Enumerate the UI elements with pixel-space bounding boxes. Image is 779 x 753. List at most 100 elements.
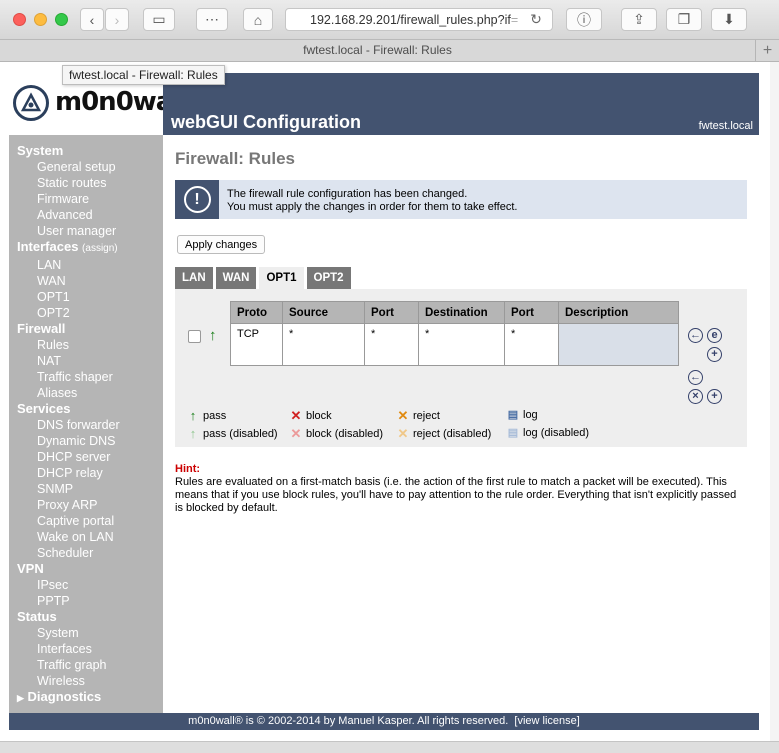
- rule-destination[interactable]: *: [418, 323, 505, 366]
- tabs-overview-button[interactable]: ❐: [666, 8, 702, 31]
- sidebar-item-ipsec[interactable]: IPsec: [17, 577, 163, 593]
- sidebar-category-system: System: [17, 143, 64, 158]
- new-tab-button[interactable]: +: [755, 40, 779, 62]
- legend-reject-disabled-label: reject (disabled): [413, 428, 492, 440]
- column-header-description: Description: [558, 301, 679, 324]
- sidebar-item-general-setup[interactable]: General setup: [17, 159, 163, 175]
- rules-panel: ↑ Proto Source Port Destination Port Des…: [175, 289, 747, 447]
- reader-button[interactable]: ⓘ: [566, 8, 602, 31]
- sidebar-item-opt1[interactable]: OPT1: [17, 289, 163, 305]
- block-icon: ✕: [290, 408, 302, 423]
- page-header-title: webGUI Configuration: [171, 112, 361, 132]
- sidebar-item-dhcp-server[interactable]: DHCP server: [17, 449, 163, 465]
- sidebar-item-status-system[interactable]: System: [17, 625, 163, 641]
- sidebar-item-opt2[interactable]: OPT2: [17, 305, 163, 321]
- sidebar-item-captive-portal[interactable]: Captive portal: [17, 513, 163, 529]
- tab-opt2[interactable]: OPT2: [306, 267, 351, 289]
- download-icon: ⬇: [723, 11, 735, 27]
- sidebar-item-user-manager[interactable]: User manager: [17, 223, 163, 239]
- webgui-frame: m0n0wall® webGUI Configuration fwtest.lo…: [9, 73, 759, 740]
- info-message: The firewall rule configuration has been…: [227, 188, 517, 214]
- sidebar-icon: ▭: [152, 11, 166, 27]
- tab-opt1[interactable]: OPT1: [259, 267, 304, 289]
- web-page: m0n0wall® webGUI Configuration fwtest.lo…: [0, 62, 779, 753]
- home-button[interactable]: ⌂: [243, 8, 273, 31]
- rule-source[interactable]: *: [282, 323, 365, 366]
- pass-icon: ↑: [189, 408, 197, 423]
- page-scrollbar[interactable]: [770, 62, 779, 753]
- sidebar-item-status-interfaces[interactable]: Interfaces: [17, 641, 163, 657]
- legend-pass: ↑ pass: [187, 408, 227, 423]
- info-line-2: You must apply the changes in order for …: [227, 201, 518, 213]
- grid-icon: ⋯: [205, 11, 219, 27]
- legend-log: ▤ log: [507, 408, 538, 422]
- info-icon-panel: !: [175, 180, 219, 219]
- tab-wan[interactable]: WAN: [215, 267, 257, 289]
- sidebar-item-dynamic-dns[interactable]: Dynamic DNS: [17, 433, 163, 449]
- sidebar-item-pptp[interactable]: PPTP: [17, 593, 163, 609]
- sidebar-item-rules[interactable]: Rules: [17, 337, 163, 353]
- address-bar[interactable]: 192.168.29.201/firewall_rules.php?if =: [285, 8, 553, 31]
- sidebar-item-wireless[interactable]: Wireless: [17, 673, 163, 689]
- minimize-window-button[interactable]: [34, 13, 47, 26]
- footer: m0n0wall® is © 2002-2014 by Manuel Kaspe…: [9, 713, 759, 730]
- share-button[interactable]: ⇪: [621, 8, 657, 31]
- view-license-link[interactable]: [view license]: [514, 715, 579, 727]
- rule-proto[interactable]: TCP: [230, 323, 283, 366]
- apply-changes-button[interactable]: Apply changes: [177, 235, 266, 254]
- column-header-proto: Proto: [230, 301, 283, 324]
- sidebar-item-snmp[interactable]: SNMP: [17, 481, 163, 497]
- rule-description[interactable]: [558, 323, 679, 366]
- sidebar-item-firmware[interactable]: Firmware: [17, 191, 163, 207]
- delete-selected-icon[interactable]: ×: [688, 389, 703, 404]
- sidebar-toggle-button[interactable]: ▭: [143, 8, 175, 31]
- top-sites-button[interactable]: ⋯: [196, 8, 228, 31]
- page-title: Firewall: Rules: [175, 149, 295, 168]
- interfaces-assign-link[interactable]: (assign): [82, 243, 118, 254]
- rules-header-row: Proto Source Port Destination Port Descr…: [230, 301, 679, 324]
- sidebar-category-services: Services: [17, 401, 71, 416]
- add-rule-icon[interactable]: +: [707, 389, 722, 404]
- reload-icon[interactable]: ↻: [527, 10, 545, 28]
- add-rule-below-icon[interactable]: +: [707, 347, 722, 362]
- sidebar-item-wan[interactable]: WAN: [17, 273, 163, 289]
- interface-tabs: LAN WAN OPT1 OPT2: [175, 267, 354, 289]
- close-window-button[interactable]: [13, 13, 26, 26]
- browser-tab-title[interactable]: fwtest.local - Firewall: Rules: [0, 43, 755, 57]
- rules-table: Proto Source Port Destination Port Descr…: [230, 301, 679, 366]
- sidebar-item-wake-on-lan[interactable]: Wake on LAN: [17, 529, 163, 545]
- move-rule-left-icon[interactable]: ←: [688, 328, 703, 343]
- tab-lan[interactable]: LAN: [175, 267, 213, 289]
- footer-copyright: m0n0wall® is © 2002-2014 by Manuel Kaspe…: [188, 715, 509, 727]
- table-row[interactable]: TCP * * * *: [230, 323, 679, 366]
- sidebar-item-traffic-graph[interactable]: Traffic graph: [17, 657, 163, 673]
- downloads-button[interactable]: ⬇: [711, 8, 747, 31]
- rule-dport[interactable]: *: [504, 323, 559, 366]
- sidebar-item-lan[interactable]: LAN: [17, 257, 163, 273]
- legend-reject-label: reject: [413, 410, 440, 422]
- sidebar-item-dns-forwarder[interactable]: DNS forwarder: [17, 417, 163, 433]
- zoom-window-button[interactable]: [55, 13, 68, 26]
- sidebar-item-proxy-arp[interactable]: Proxy ARP: [17, 497, 163, 513]
- sidebar-item-nat[interactable]: NAT: [17, 353, 163, 369]
- rule-select-checkbox[interactable]: [188, 330, 201, 343]
- sidebar-category-firewall: Firewall: [17, 321, 66, 336]
- sidebar-item-aliases[interactable]: Aliases: [17, 385, 163, 401]
- tooltip: fwtest.local - Firewall: Rules: [62, 65, 225, 85]
- rule-port[interactable]: *: [364, 323, 419, 366]
- sidebar-item-dhcp-relay[interactable]: DHCP relay: [17, 465, 163, 481]
- forward-button[interactable]: ›: [105, 8, 129, 31]
- edit-rule-icon[interactable]: e: [707, 328, 722, 343]
- pass-arrow-icon[interactable]: ↑: [209, 327, 217, 344]
- column-header-destination: Destination: [418, 301, 505, 324]
- move-selected-icon[interactable]: ←: [688, 370, 703, 385]
- sidebar-item-traffic-shaper[interactable]: Traffic shaper: [17, 369, 163, 385]
- sidebar-category-diagnostics[interactable]: ▶ Diagnostics: [17, 689, 163, 706]
- sidebar-item-static-routes[interactable]: Static routes: [17, 175, 163, 191]
- sidebar-item-scheduler[interactable]: Scheduler: [17, 545, 163, 561]
- sidebar-item-advanced[interactable]: Advanced: [17, 207, 163, 223]
- hint-label: Hint:: [175, 463, 201, 475]
- back-button[interactable]: ‹: [80, 8, 104, 31]
- log-disabled-icon: ▤: [507, 427, 519, 439]
- chevron-left-icon: ‹: [89, 11, 95, 28]
